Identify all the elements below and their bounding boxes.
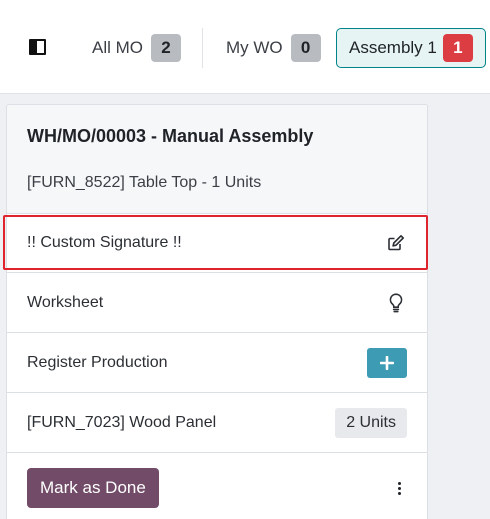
step-custom-signature-label: !! Custom Signature !! — [27, 234, 182, 251]
step-register-production[interactable]: Register Production — [7, 333, 427, 393]
more-options-icon[interactable] — [392, 478, 407, 499]
step-worksheet[interactable]: Worksheet — [7, 273, 427, 333]
filter-my-wo-count: 0 — [290, 34, 321, 62]
mark-as-done-button[interactable]: Mark as Done — [27, 468, 159, 508]
component-quantity-badge: 2 Units — [335, 407, 407, 438]
component-wood-panel-label: [FURN_7023] Wood Panel — [27, 413, 217, 431]
component-wood-panel[interactable]: [FURN_7023] Wood Panel 2 Units — [7, 393, 427, 453]
top-bar: All MO 2 My WO 0 Assembly 1 1 — [0, 0, 490, 94]
filter-assembly-1-label: Assembly 1 — [349, 38, 437, 57]
filter-my-wo[interactable]: My WO 0 — [226, 33, 321, 63]
step-custom-signature[interactable]: !! Custom Signature !! — [7, 214, 427, 273]
work-order-card: WH/MO/00003 - Manual Assembly [FURN_8522… — [6, 104, 428, 519]
card-title: WH/MO/00003 - Manual Assembly — [27, 126, 314, 146]
filter-assembly-1[interactable]: Assembly 1 1 — [336, 28, 486, 68]
lightbulb-icon[interactable] — [385, 292, 407, 314]
step-worksheet-label: Worksheet — [27, 293, 104, 311]
edit-icon[interactable] — [385, 232, 407, 254]
card-subtitle: [FURN_8522] Table Top - 1 Units — [27, 174, 262, 191]
card-footer: Mark as Done — [7, 453, 427, 519]
filter-my-wo-label: My WO — [226, 38, 283, 57]
plus-icon — [380, 355, 394, 370]
filter-assembly-1-count: 1 — [442, 34, 473, 62]
register-production-button[interactable] — [367, 347, 407, 378]
filter-all-mo-label: All MO — [92, 38, 143, 57]
filter-divider — [202, 28, 203, 68]
card-header[interactable]: WH/MO/00003 - Manual Assembly [FURN_8522… — [7, 105, 427, 214]
step-register-production-label: Register Production — [27, 353, 168, 371]
filter-all-mo[interactable]: All MO 2 — [92, 33, 181, 63]
sidebar-toggle-icon[interactable] — [29, 39, 46, 55]
filter-all-mo-count: 2 — [151, 34, 181, 62]
